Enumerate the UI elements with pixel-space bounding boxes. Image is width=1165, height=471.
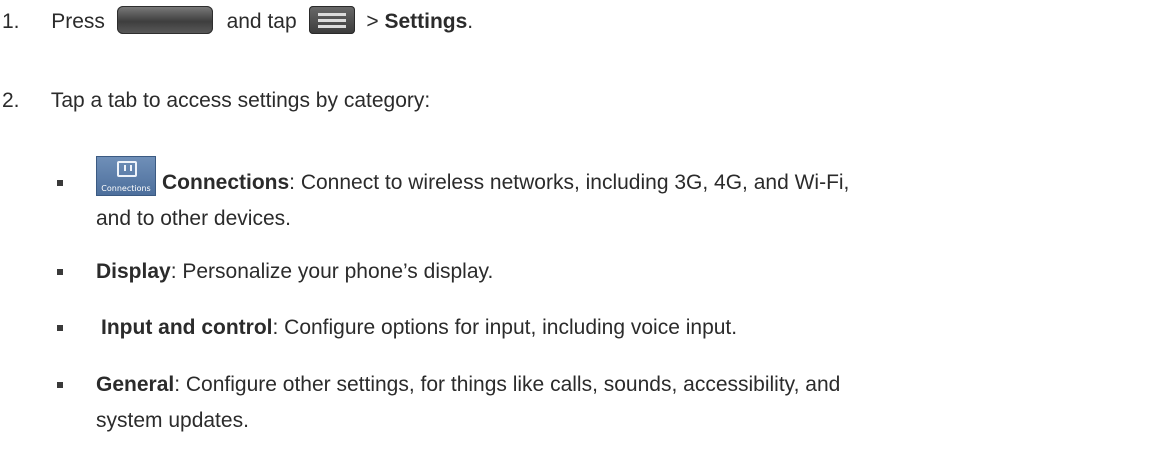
- category-connections-desc-2: and to other devices.: [96, 207, 291, 230]
- step-1-text-mid: and tap: [226, 10, 297, 33]
- step-1-gt: >: [366, 10, 379, 33]
- category-display-title: Display: [96, 260, 171, 283]
- category-general-title: General: [96, 373, 175, 396]
- connections-tab-icon: Connections: [96, 156, 156, 197]
- category-input-control-title: Input and control: [101, 316, 273, 339]
- step-1-text-before: Press: [51, 10, 105, 33]
- category-general-desc-2: system updates.: [96, 409, 249, 432]
- step-2: 2. Tap a tab to access settings by categ…: [2, 87, 430, 115]
- step-1-number: 1.: [2, 10, 20, 33]
- category-general-desc: : Configure other settings, for things l…: [174, 373, 841, 396]
- category-general-cont: system updates.: [96, 407, 249, 435]
- bullet-display: [57, 269, 63, 275]
- category-connections-cont: and to other devices.: [96, 205, 291, 233]
- step-2-text: Tap a tab to access settings by category…: [50, 89, 431, 112]
- category-input-control-desc: : Configure options for input, including…: [272, 316, 738, 339]
- category-input-control: Input and control: Configure options for…: [101, 314, 737, 342]
- category-connections-title: Connections: [162, 171, 290, 194]
- step-1: 1. Press and tap > Settings.: [2, 6, 474, 36]
- category-connections: Connections Connections: Connect to wire…: [96, 156, 850, 197]
- step-1-settings: Settings: [384, 10, 468, 33]
- category-display-desc: : Personalize your phone’s display.: [170, 260, 494, 283]
- bullet-connections: [57, 180, 63, 186]
- step-2-number: 2.: [2, 89, 20, 112]
- category-connections-desc: : Connect to wireless networks, includin…: [289, 171, 850, 194]
- bullet-general: [57, 382, 63, 388]
- home-key-icon: [116, 6, 213, 35]
- step-1-period: .: [467, 10, 474, 33]
- menu-key-icon: [308, 6, 355, 35]
- category-general: General: Configure other settings, for t…: [96, 371, 840, 399]
- category-display: Display: Personalize your phone’s displa…: [96, 258, 493, 286]
- bullet-input-control: [57, 325, 63, 331]
